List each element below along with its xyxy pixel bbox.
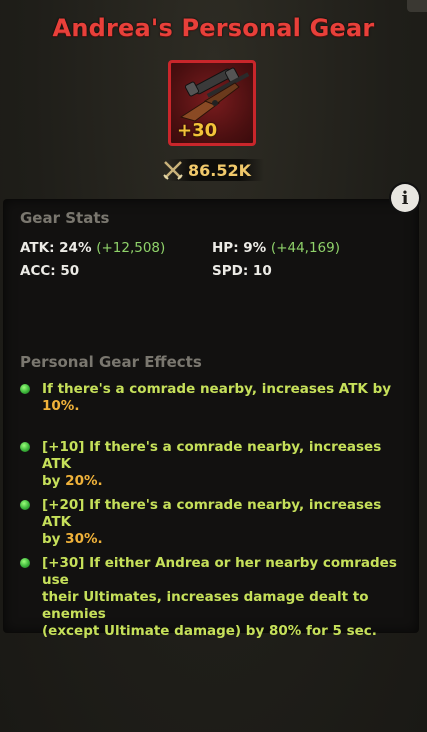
rifle-icon [179, 67, 250, 122]
effect-line: (except Ultimate damage) by 80% for 5 se… [42, 623, 377, 639]
effect-line-prefix: by [42, 531, 66, 547]
stat-atk: ATK: 24% (+12,508) [20, 240, 165, 256]
power-rating: 86.52K [158, 157, 266, 183]
bullet-dot-icon [20, 384, 30, 394]
effect-line: If there's a comrade nearby, increases A… [42, 381, 392, 397]
info-button[interactable]: i [391, 184, 419, 212]
effect-item: If there's a comrade nearby, increases A… [20, 381, 400, 415]
gear-effects-title: Personal Gear Effects [20, 353, 202, 371]
page-title: Andrea's Personal Gear [52, 14, 375, 42]
stat-hp-bonus: (+44,169) [270, 240, 341, 256]
effect-item: [+10] If there's a comrade nearby, incre… [20, 439, 400, 490]
stat-atk-label: ATK: 24% [20, 240, 92, 256]
gear-stats-title: Gear Stats [20, 209, 110, 227]
stat-acc: ACC: 50 [20, 263, 80, 279]
gear-level-badge: +30 [177, 120, 218, 141]
effect-line: [+20] If there's a comrade nearby, incre… [42, 497, 382, 530]
bullet-dot-icon [20, 558, 30, 568]
stat-atk-bonus: (+12,508) [96, 240, 166, 256]
stat-hp: HP: 9% (+44,169) [212, 240, 340, 256]
effect-item: [+30] If either Andrea or her nearby com… [20, 555, 400, 640]
effect-percent: 10%. [42, 398, 80, 414]
bullet-dot-icon [20, 500, 30, 510]
effect-line: their Ultimates, increases damage dealt … [42, 589, 369, 622]
effect-line: [+30] If either Andrea or her nearby com… [42, 555, 397, 588]
gear-item[interactable]: +30 [168, 60, 256, 146]
effect-line: [+10] If there's a comrade nearby, incre… [42, 439, 382, 472]
power-value: 86.52K [188, 160, 252, 180]
stat-hp-label: HP: 9% [212, 240, 267, 256]
effect-percent: 30%. [65, 531, 103, 547]
bullet-dot-icon [20, 442, 30, 452]
effect-line-prefix: by [42, 473, 66, 489]
crossed-swords-icon [163, 161, 183, 180]
effect-item: [+20] If there's a comrade nearby, incre… [20, 497, 400, 548]
corner-tab[interactable] [407, 0, 427, 12]
stat-spd: SPD: 10 [212, 263, 272, 279]
effect-percent: 20%. [65, 473, 103, 489]
